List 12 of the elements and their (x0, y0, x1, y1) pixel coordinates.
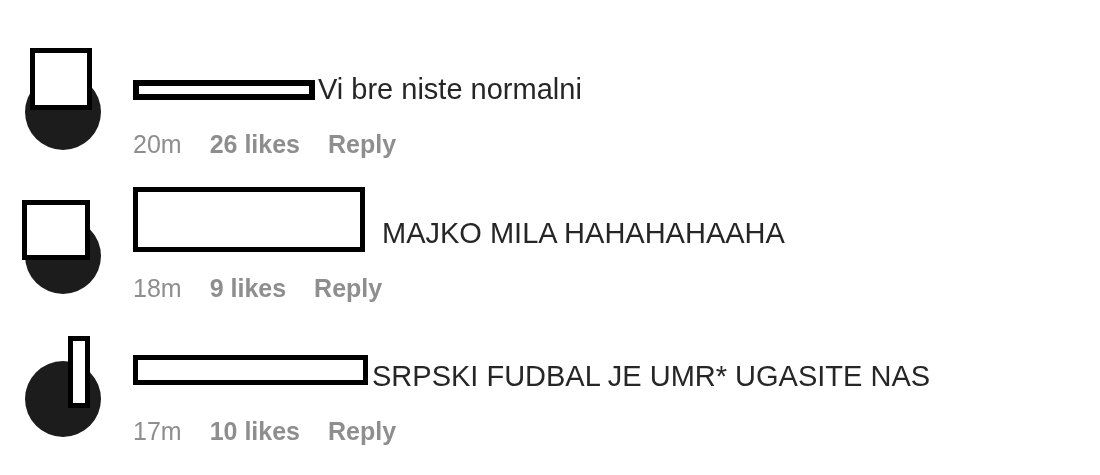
reply-button[interactable]: Reply (328, 418, 397, 444)
comment-text: Vi bre niste normalni (318, 72, 582, 108)
comment-time: 17m (133, 418, 182, 444)
reply-button[interactable]: Reply (314, 275, 383, 301)
likes-link[interactable]: 26 likes (209, 131, 300, 157)
comment-time: 18m (133, 275, 182, 301)
likes-link[interactable]: 10 likes (209, 418, 300, 444)
comment-text: SRPSKI FUDBAL JE UMR* UGASITE NAS (372, 359, 931, 395)
likes-link[interactable]: 9 likes (209, 275, 287, 301)
comment-text: MAJKO MILA HAHAHAHAAHA (382, 216, 785, 252)
comment-time: 20m (133, 131, 182, 157)
reply-button[interactable]: Reply (328, 131, 397, 157)
